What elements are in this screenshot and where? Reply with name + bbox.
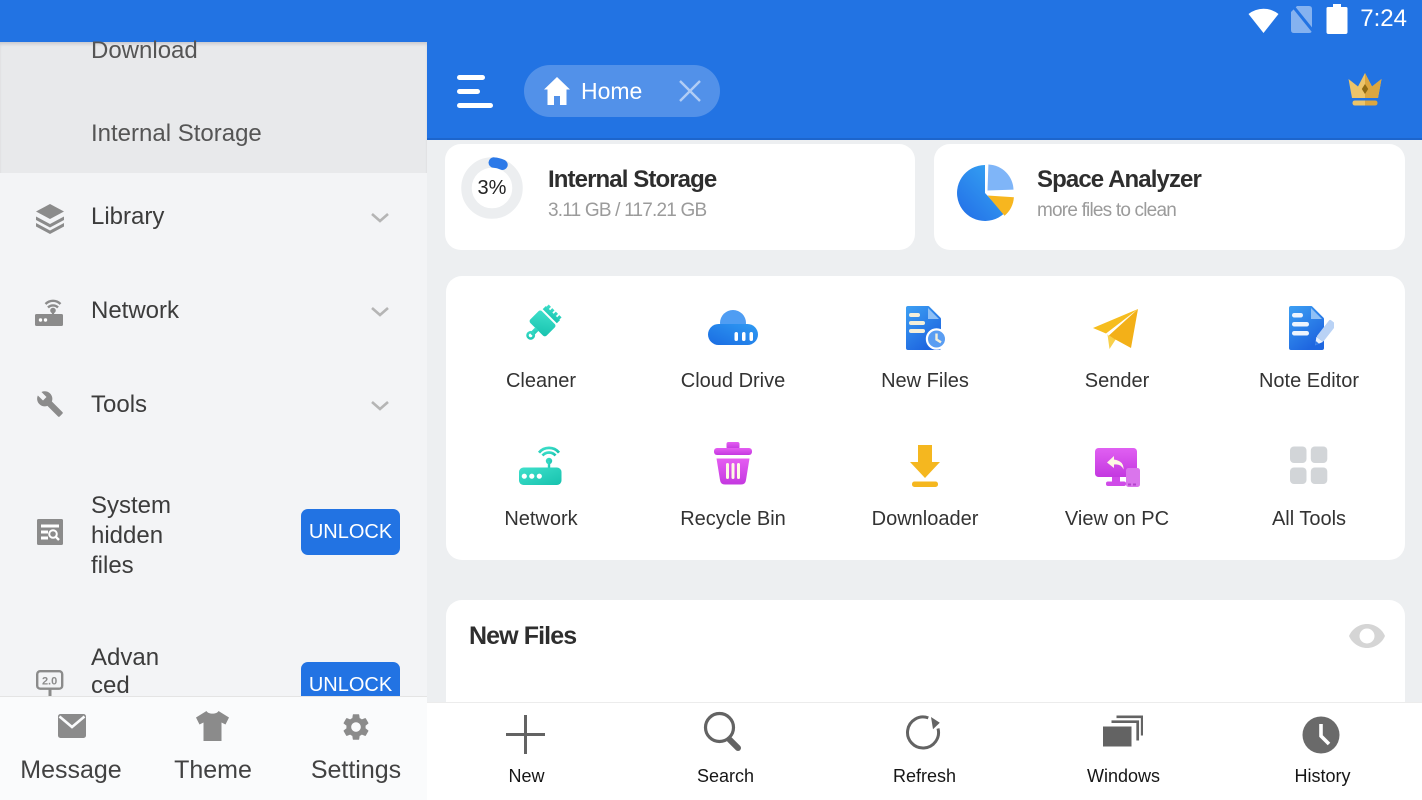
svg-text:2.0: 2.0 — [42, 676, 57, 688]
